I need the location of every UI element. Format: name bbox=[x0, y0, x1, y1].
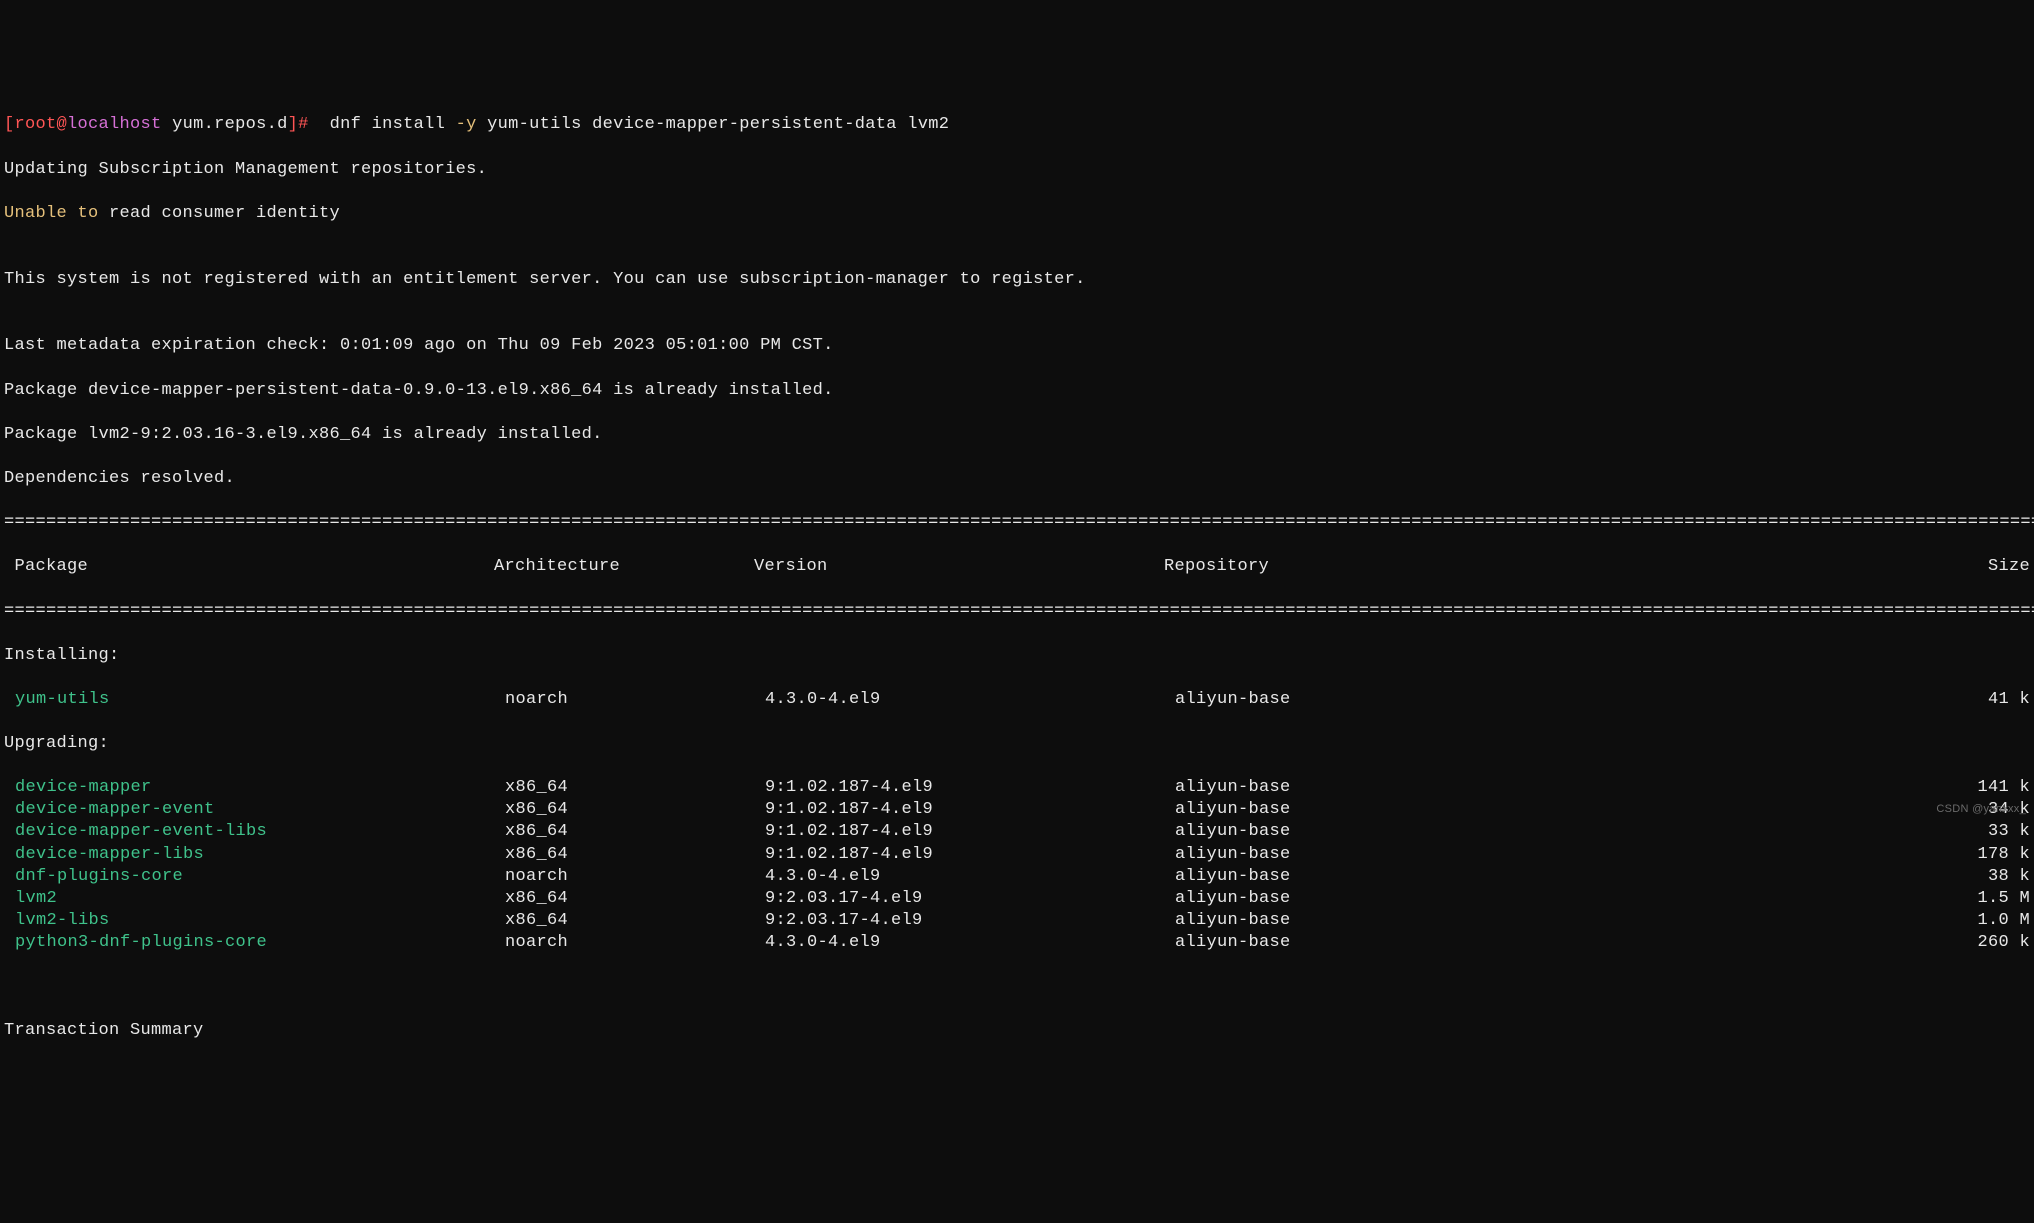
section-installing: Installing: bbox=[4, 645, 2034, 667]
cmd-flag: -y bbox=[456, 115, 477, 134]
table-row: device-mapper-event-libsx86_649:1.02.187… bbox=[4, 821, 2034, 843]
table-row: python3-dnf-plugins-corenoarch4.3.0-4.el… bbox=[4, 932, 2034, 954]
table-row: device-mapper-eventx86_649:1.02.187-4.el… bbox=[4, 799, 2034, 821]
cmd-part1: dnf install bbox=[330, 115, 456, 134]
prompt-at: @ bbox=[57, 115, 68, 134]
package-version: 9:1.02.187-4.el9 bbox=[765, 777, 1175, 799]
package-repo: aliyun-base bbox=[1175, 689, 1495, 711]
package-arch: x86_64 bbox=[505, 888, 765, 910]
package-size: 1.5 M bbox=[1495, 888, 2034, 910]
package-size: 260 k bbox=[1495, 932, 2034, 954]
package-name: device-mapper-event-libs bbox=[4, 821, 505, 843]
package-version: 9:2.03.17-4.el9 bbox=[765, 888, 1175, 910]
table-row: lvm2x86_649:2.03.17-4.el9aliyun-base1.5 … bbox=[4, 888, 2034, 910]
output-line: Updating Subscription Management reposit… bbox=[4, 159, 2034, 181]
package-arch: x86_64 bbox=[505, 777, 765, 799]
prompt-user: root bbox=[15, 115, 57, 134]
package-arch: noarch bbox=[505, 689, 765, 711]
table-row: device-mapperx86_649:1.02.187-4.el9aliyu… bbox=[4, 777, 2034, 799]
prompt-cwd: yum.repos.d bbox=[162, 115, 288, 134]
package-arch: x86_64 bbox=[505, 844, 765, 866]
package-repo: aliyun-base bbox=[1175, 888, 1495, 910]
package-name: yum-utils bbox=[4, 689, 505, 711]
package-size: 178 k bbox=[1495, 844, 2034, 866]
package-arch: noarch bbox=[505, 866, 765, 888]
package-version: 9:1.02.187-4.el9 bbox=[765, 821, 1175, 843]
output-line: Dependencies resolved. bbox=[4, 468, 2034, 490]
watermark-text: CSDN @yanxxx_ bbox=[1936, 802, 2026, 816]
header-arch: Architecture bbox=[494, 556, 754, 578]
package-version: 9:1.02.187-4.el9 bbox=[765, 799, 1175, 821]
package-version: 4.3.0-4.el9 bbox=[765, 932, 1175, 954]
cmd-part2: yum-utils device-mapper-persistent-data … bbox=[477, 115, 950, 134]
package-name: device-mapper bbox=[4, 777, 505, 799]
package-repo: aliyun-base bbox=[1175, 910, 1495, 932]
package-repo: aliyun-base bbox=[1175, 866, 1495, 888]
package-arch: x86_64 bbox=[505, 910, 765, 932]
header-repo: Repository bbox=[1164, 556, 1484, 578]
package-size: 1.0 M bbox=[1495, 910, 2034, 932]
package-arch: x86_64 bbox=[505, 821, 765, 843]
prompt-bracket: [ bbox=[4, 115, 15, 134]
output-line: This system is not registered with an en… bbox=[4, 269, 2034, 291]
package-version: 9:1.02.187-4.el9 bbox=[765, 844, 1175, 866]
package-version: 4.3.0-4.el9 bbox=[765, 866, 1175, 888]
package-repo: aliyun-base bbox=[1175, 821, 1495, 843]
package-size: 33 k bbox=[1495, 821, 2034, 843]
package-size: 41 k bbox=[1495, 689, 2034, 711]
package-arch: noarch bbox=[505, 932, 765, 954]
package-name: lvm2-libs bbox=[4, 910, 505, 932]
table-row: dnf-plugins-corenoarch4.3.0-4.el9aliyun-… bbox=[4, 866, 2034, 888]
header-size: Size bbox=[1484, 556, 2034, 578]
package-repo: aliyun-base bbox=[1175, 777, 1495, 799]
header-package: Package bbox=[4, 556, 494, 578]
divider-line: ========================================… bbox=[4, 512, 2034, 534]
table-header-row: Package Architecture Version Repository … bbox=[4, 556, 2034, 578]
package-version: 9:2.03.17-4.el9 bbox=[765, 910, 1175, 932]
package-repo: aliyun-base bbox=[1175, 799, 1495, 821]
output-line: Package lvm2-9:2.03.16-3.el9.x86_64 is a… bbox=[4, 424, 2034, 446]
output-line: Last metadata expiration check: 0:01:09 … bbox=[4, 335, 2034, 357]
package-size: 141 k bbox=[1495, 777, 2034, 799]
prompt-bracket-close: ]# bbox=[288, 115, 330, 134]
package-repo: aliyun-base bbox=[1175, 932, 1495, 954]
prompt-line: [root@localhost yum.repos.d]# dnf instal… bbox=[4, 114, 2034, 136]
section-upgrading: Upgrading: bbox=[4, 733, 2034, 755]
package-name: device-mapper-event bbox=[4, 799, 505, 821]
divider-line: ========================================… bbox=[4, 601, 2034, 623]
package-name: lvm2 bbox=[4, 888, 505, 910]
output-line: Unable to read consumer identity bbox=[4, 203, 2034, 225]
terminal-output[interactable]: [root@localhost yum.repos.d]# dnf instal… bbox=[4, 92, 2034, 1064]
package-version: 4.3.0-4.el9 bbox=[765, 689, 1175, 711]
prompt-host: localhost bbox=[67, 115, 162, 134]
warn-text: Unable to bbox=[4, 204, 99, 223]
blank-line bbox=[4, 976, 2034, 998]
header-version: Version bbox=[754, 556, 1164, 578]
output-line: Package device-mapper-persistent-data-0.… bbox=[4, 380, 2034, 402]
table-row: device-mapper-libsx86_649:1.02.187-4.el9… bbox=[4, 844, 2034, 866]
section-summary: Transaction Summary bbox=[4, 1020, 2034, 1042]
table-row: lvm2-libsx86_649:2.03.17-4.el9aliyun-bas… bbox=[4, 910, 2034, 932]
table-row: yum-utilsnoarch4.3.0-4.el9aliyun-base41 … bbox=[4, 689, 2034, 711]
package-repo: aliyun-base bbox=[1175, 844, 1495, 866]
package-arch: x86_64 bbox=[505, 799, 765, 821]
package-name: python3-dnf-plugins-core bbox=[4, 932, 505, 954]
package-size: 38 k bbox=[1495, 866, 2034, 888]
package-name: dnf-plugins-core bbox=[4, 866, 505, 888]
package-name: device-mapper-libs bbox=[4, 844, 505, 866]
